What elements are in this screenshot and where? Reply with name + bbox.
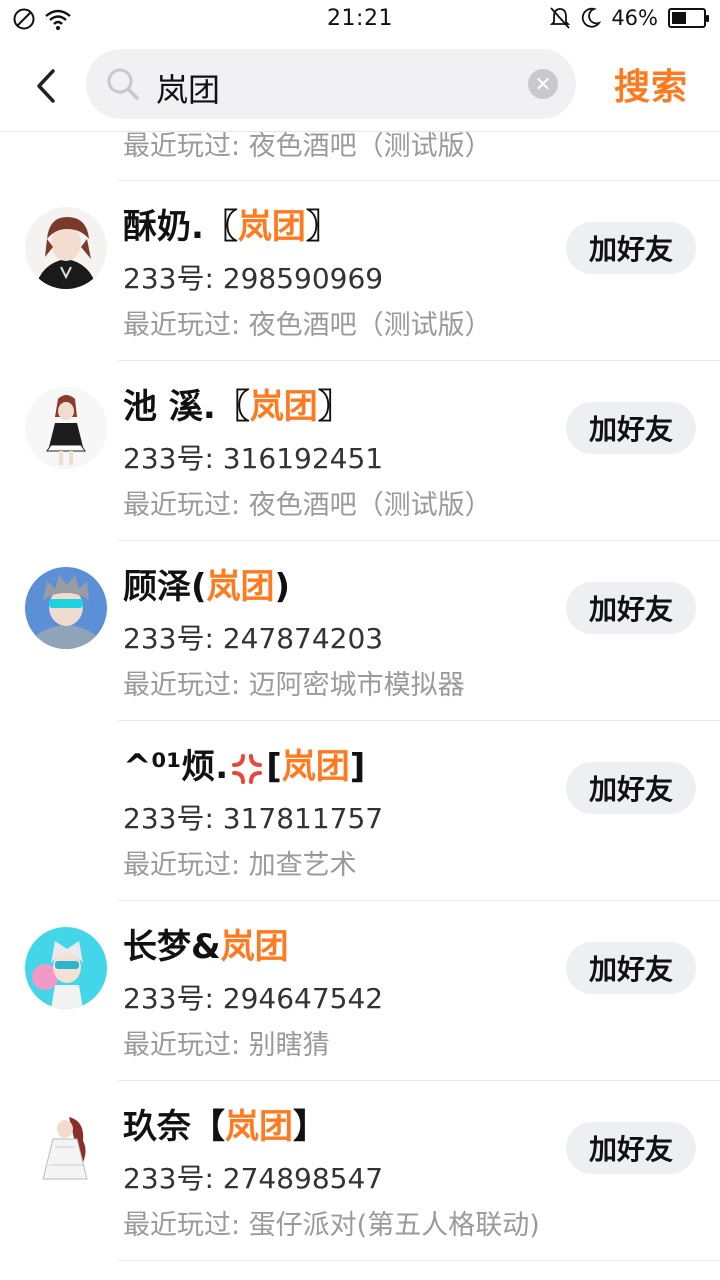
recent-played: 最近玩过: 夜色酒吧（测试版） [123,490,492,521]
moon-icon [582,7,602,28]
user-name: ^⁰¹烦. [岚团] [123,739,365,788]
add-friend-button[interactable]: 加好友 [566,1122,696,1174]
user-name: 玖奈【岚团】 [123,1099,327,1148]
back-button[interactable] [22,62,70,110]
name-text: 玖奈【 [123,1107,225,1147]
add-friend-button[interactable]: 加好友 [566,942,696,994]
search-results-list: 最近玩过: 夜色酒吧（测试版） 酥奶.〖岚团〗 233号: 298590969 … [0,132,720,1261]
name-suffix: ) [274,567,291,607]
name-text: 顾泽( [123,567,207,607]
name-highlight: 岚团 [281,747,350,787]
anger-emoji-icon [232,753,263,784]
name-highlight: 岚团 [206,567,275,607]
recent-played: 最近玩过: 夜色酒吧（测试版） [123,132,492,162]
row-divider [118,1260,720,1261]
name-suffix: 〗 [305,207,340,247]
list-item[interactable]: 酥奶.〖岚团〗 233号: 298590969 最近玩过: 夜色酒吧（测试版） … [0,181,720,361]
status-bar: 21:21 46% [0,0,720,40]
name-highlight: 岚团 [225,1107,293,1147]
user-id: 233号: 298590969 [123,262,384,295]
avatar [25,207,107,289]
avatar [25,387,107,469]
search-header: 岚团 ✕ 搜索 [0,40,720,132]
name-suffix: 】 [293,1107,327,1147]
recent-played: 最近玩过: 迈阿密城市模拟器 [123,670,465,701]
name-bracket: [ [266,747,282,787]
avatar [25,567,107,649]
name-suffix: ] [349,747,366,787]
user-name: 池 溪.〖岚团〗 [123,379,352,428]
recent-played: 最近玩过: 蛋仔派对(第五人格联动) [123,1210,540,1241]
avatar [25,927,107,1009]
list-item[interactable]: 顾泽(岚团) 233号: 247874203 最近玩过: 迈阿密城市模拟器 加好… [0,541,720,721]
list-item[interactable]: 玖奈【岚团】 233号: 274898547 最近玩过: 蛋仔派对(第五人格联动… [0,1081,720,1261]
name-highlight: 岚团 [220,927,289,967]
user-name: 长梦&岚团 [123,919,289,968]
status-right: 46% [549,6,709,30]
list-item-partial[interactable]: 最近玩过: 夜色酒吧（测试版） [0,132,720,181]
avatar [25,1107,107,1189]
name-highlight: 岚团 [237,207,306,247]
list-item[interactable]: 池 溪.〖岚团〗 233号: 316192451 最近玩过: 夜色酒吧（测试版）… [0,361,720,541]
bell-muted-icon [550,7,571,29]
user-id: 233号: 294647542 [123,982,384,1015]
name-highlight: 岚团 [249,387,318,427]
name-text: ^⁰¹烦. [123,747,229,787]
name-text: 酥奶.〖 [123,207,238,247]
user-id: 233号: 317811757 [123,802,384,835]
name-text: 池 溪.〖 [123,387,250,427]
recent-played: 最近玩过: 别瞎猜 [123,1030,330,1061]
add-friend-button[interactable]: 加好友 [566,222,696,274]
name-text: 长梦& [123,927,221,967]
add-friend-button[interactable]: 加好友 [566,762,696,814]
clear-icon[interactable]: ✕ [528,69,558,99]
search-input[interactable]: 岚团 ✕ [86,49,576,119]
chevron-left-icon [37,69,55,103]
recent-played: 最近玩过: 夜色酒吧（测试版） [123,310,492,341]
search-icon [107,68,139,100]
list-item[interactable]: 长梦&岚团 233号: 294647542 最近玩过: 别瞎猜 加好友 [0,901,720,1081]
user-name: 酥奶.〖岚团〗 [123,199,340,248]
search-button[interactable]: 搜索 [614,58,688,110]
list-item[interactable]: ^⁰¹烦. [岚团] 233号: 317811757 最近玩过: 加查艺术 加好… [0,721,720,901]
user-name: 顾泽(岚团) [123,559,290,608]
user-id: 233号: 274898547 [123,1162,384,1195]
add-friend-button[interactable]: 加好友 [566,402,696,454]
battery-icon [668,8,709,28]
recent-played: 最近玩过: 加查艺术 [123,850,357,881]
add-friend-button[interactable]: 加好友 [566,582,696,634]
name-suffix: 〗 [317,387,352,427]
battery-percent: 46% [611,6,658,30]
search-query: 岚团 [156,71,221,109]
battery-fill [672,12,686,24]
user-id: 233号: 316192451 [123,442,384,475]
user-id: 233号: 247874203 [123,622,384,655]
